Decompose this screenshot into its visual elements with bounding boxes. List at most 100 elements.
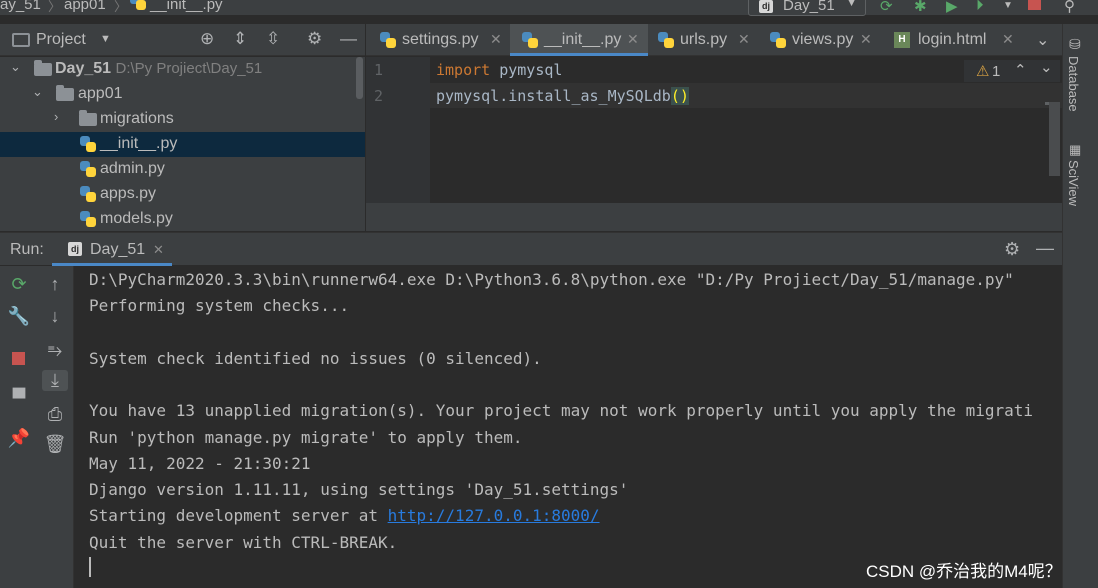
project-tree-scrollbar[interactable] <box>356 57 363 99</box>
profile-icon[interactable]: ⏵ <box>976 0 984 14</box>
navigation-bar: ay_51 〉 app01 〉 __init__.py dj Day_51 ▼ … <box>0 0 1098 16</box>
expand-all-icon[interactable]: ⇕ <box>233 29 247 49</box>
python-file-icon <box>80 211 96 227</box>
tree-item-migrations[interactable]: › migrations <box>0 107 365 132</box>
stop-icon[interactable] <box>1028 0 1041 10</box>
tree-item-label: admin.py <box>100 160 165 177</box>
console-cursor <box>89 557 91 577</box>
editor-scrollbar[interactable] <box>1049 102 1060 176</box>
close-icon[interactable]: ✕ <box>627 31 639 48</box>
soft-wrap-icon[interactable]: ⥱ <box>42 340 68 361</box>
gear-icon[interactable]: ⚙ <box>1004 239 1020 260</box>
chevron-down-icon[interactable]: ⌄ <box>32 84 43 100</box>
debug-bug-icon[interactable]: ✱ <box>914 0 927 15</box>
tab-views[interactable]: views.py ✕ <box>760 24 880 56</box>
django-icon: dj <box>759 0 773 13</box>
warning-icon: ⚠ <box>976 63 990 80</box>
python-file-icon <box>522 32 538 48</box>
scroll-to-end-icon[interactable]: ⤓ <box>42 370 68 391</box>
tree-item-init-file[interactable]: __init__.py <box>0 132 365 157</box>
tree-item-admin[interactable]: admin.py <box>0 157 365 182</box>
python-file-icon <box>770 32 786 48</box>
chevron-down-icon[interactable]: ⌄ <box>10 59 21 75</box>
hide-panel-icon[interactable]: — <box>340 29 357 49</box>
tree-item-day51[interactable]: ⌄ Day_51 D:\Py Projiect\Day_51 <box>0 57 365 82</box>
tab-label: settings.py <box>402 31 479 48</box>
tab-label: __init__.py <box>544 31 622 48</box>
run-tab-label: Day_51 <box>90 241 146 258</box>
run-tab-day51[interactable]: dj Day_51 ✕ <box>52 233 172 266</box>
stop-icon[interactable] <box>12 352 25 365</box>
tab-login-html[interactable]: H login.html ✕ <box>882 24 1022 56</box>
arrow-up-icon[interactable]: ↑ <box>42 274 68 295</box>
wrench-icon[interactable]: 🔧 <box>6 306 32 327</box>
locate-file-icon[interactable]: ⊕ <box>200 29 214 49</box>
search-icon[interactable]: ⚲ <box>1064 0 1075 15</box>
trash-icon[interactable]: 🗑 <box>42 434 68 455</box>
editor-bottom-area <box>366 203 1062 231</box>
folder-icon <box>79 110 97 126</box>
chevron-up-icon[interactable]: ⌃ <box>1014 61 1027 79</box>
code-line-2[interactable]: pymysql.install_as_MySQLdb() <box>436 87 689 105</box>
console-line: May 11, 2022 - 21:30:21 <box>89 454 311 473</box>
warning-count: 1 <box>992 63 1001 80</box>
breadcrumb-separator: 〉 <box>114 0 128 14</box>
console-line: System check identified no issues (0 sil… <box>89 349 542 368</box>
print-icon[interactable]: ⎙ <box>42 404 68 425</box>
pin-icon[interactable]: 📌 <box>6 428 32 449</box>
inspection-widget[interactable]: ⚠ 1 ⌃ ⌄ <box>964 58 1060 82</box>
tab-init[interactable]: __init__.py ✕ <box>510 24 648 56</box>
console-text: Starting development server at <box>89 506 388 525</box>
run-toolbar-primary: ⟳ 🔧 ▀ 📌 <box>0 266 37 588</box>
line-number: 1 <box>374 61 384 79</box>
python-file-icon <box>658 32 674 48</box>
console-line: Quit the server with CTRL-BREAK. <box>89 533 398 552</box>
tab-label: login.html <box>918 31 987 48</box>
python-file-icon <box>130 0 146 10</box>
code-line-1[interactable]: import pymysql <box>436 61 562 79</box>
tab-label: views.py <box>792 31 854 48</box>
tree-item-apps[interactable]: apps.py <box>0 182 365 207</box>
python-file-icon <box>80 186 96 202</box>
project-panel-header: Project ▼ ⊕ ⇕ ⇳ ⚙ — <box>0 24 365 56</box>
chevron-down-icon[interactable]: ⌄ <box>1036 30 1049 50</box>
breadcrumb-project[interactable]: ay_51 <box>0 0 41 13</box>
layout-icon[interactable]: ▀ <box>6 388 32 409</box>
database-tool-button[interactable]: Database <box>1066 56 1081 112</box>
breadcrumb-app01[interactable]: app01 <box>64 0 106 13</box>
collapse-all-icon[interactable]: ⇳ <box>266 29 280 49</box>
close-icon[interactable]: ✕ <box>1002 31 1014 48</box>
rerun-icon[interactable]: ⟳ <box>880 0 893 15</box>
run-configuration-selector[interactable]: dj Day_51 ▼ <box>748 0 866 16</box>
tree-item-app01[interactable]: ⌄ app01 <box>0 82 365 107</box>
python-file-icon <box>80 136 96 152</box>
chevron-down-icon[interactable]: ⌄ <box>1040 58 1053 76</box>
tab-settings[interactable]: settings.py ✕ <box>366 24 508 56</box>
close-icon[interactable]: ✕ <box>738 31 750 48</box>
arrow-down-icon[interactable]: ↓ <box>42 306 68 327</box>
project-panel-title[interactable]: Project <box>36 31 86 49</box>
chevron-right-icon[interactable]: › <box>54 109 58 124</box>
breadcrumb-init-file[interactable]: __init__.py <box>150 0 223 13</box>
chevron-down-icon[interactable]: ▼ <box>100 33 111 45</box>
console-line: D:\PyCharm2020.3.3\bin\runnerw64.exe D:\… <box>89 270 1014 289</box>
run-coverage-icon[interactable]: ▶ <box>946 0 958 15</box>
tab-urls[interactable]: urls.py ✕ <box>650 24 758 56</box>
run-panel-label: Run: <box>10 241 44 258</box>
gear-icon[interactable]: ⚙ <box>307 29 322 49</box>
server-url-link[interactable]: http://127.0.0.1:8000/ <box>388 506 600 525</box>
close-icon[interactable]: ✕ <box>860 31 872 48</box>
close-icon[interactable]: ✕ <box>153 242 164 258</box>
tab-label: urls.py <box>680 31 728 48</box>
tree-item-models[interactable]: models.py <box>0 207 365 231</box>
database-icon: ⛁ <box>1069 36 1081 52</box>
close-icon[interactable]: ✕ <box>490 31 502 48</box>
keyword-import: import <box>436 61 491 79</box>
hide-panel-icon[interactable]: — <box>1036 238 1054 259</box>
rerun-icon[interactable]: ⟳ <box>6 274 32 295</box>
tree-item-label: __init__.py <box>100 135 178 152</box>
tree-item-label: app01 <box>78 85 123 102</box>
profile-dropdown-icon[interactable]: ▼ <box>1003 0 1013 11</box>
project-tree: ⌄ Day_51 D:\Py Projiect\Day_51 ⌄ app01 ›… <box>0 57 365 231</box>
sciview-tool-button[interactable]: SciView <box>1066 160 1081 206</box>
